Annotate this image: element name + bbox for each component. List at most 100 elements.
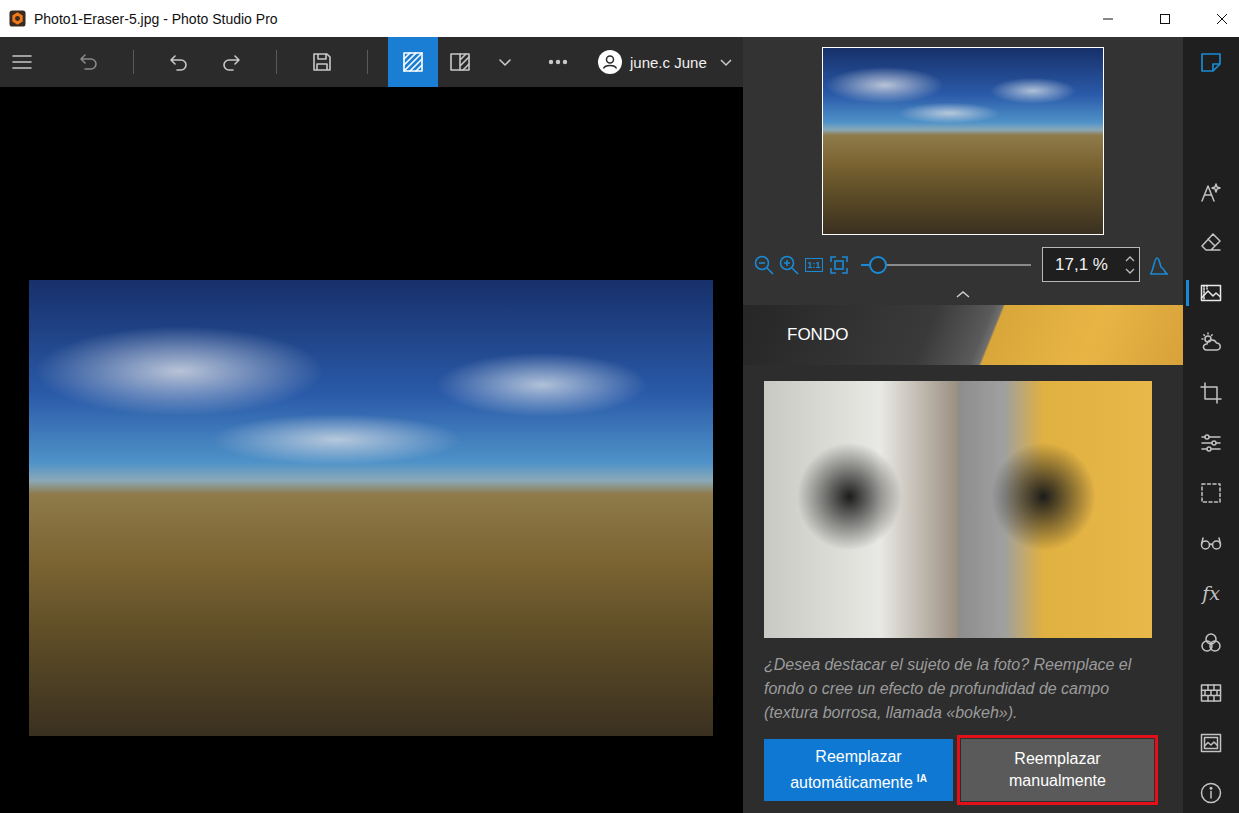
editor-area: june.c June [0, 37, 743, 813]
note-panel-icon [1199, 50, 1223, 74]
info-icon [1199, 781, 1223, 805]
fit-button[interactable] [827, 253, 851, 277]
close-icon [1216, 13, 1228, 25]
spin-up-icon[interactable] [1125, 255, 1135, 263]
undo-icon [167, 50, 191, 74]
ai-badge: IA [917, 773, 927, 784]
more-button[interactable] [536, 37, 580, 87]
info-tool[interactable] [1183, 773, 1239, 813]
view-dropdown-icon [493, 50, 517, 74]
user-name: june.c June [630, 54, 707, 71]
adjust-icon [1199, 431, 1223, 455]
user-menu[interactable]: june.c June [598, 37, 733, 87]
zoom-out-icon [753, 254, 775, 276]
panel-header: FONDO [743, 305, 1183, 365]
split-button[interactable] [438, 37, 482, 87]
zoom-field[interactable]: 17,1 % [1042, 247, 1140, 282]
tool-list: fx [1183, 173, 1239, 813]
fx-label: fx [1202, 582, 1220, 604]
user-icon [598, 50, 622, 74]
eraser-tool[interactable] [1183, 223, 1239, 263]
actual-size-button[interactable]: 1:1 [802, 253, 826, 277]
primary-action-button[interactable]: Reemplazar automáticamenteIA [764, 739, 953, 801]
background-icon [1199, 281, 1223, 305]
minimize-button[interactable] [1093, 0, 1123, 37]
button-label: Reemplazar automáticamenteIA [774, 746, 943, 794]
zoom-out-button[interactable] [752, 253, 776, 277]
app-window: Photo1-Eraser-5.jpg - Photo Studio Pro j… [0, 0, 1239, 813]
photo[interactable] [29, 280, 713, 736]
fit-to-screen-icon [828, 254, 850, 276]
color-circles-icon [1199, 631, 1223, 655]
zoom-in-button[interactable] [777, 253, 801, 277]
save-button[interactable] [300, 37, 344, 87]
zoom-controls: 1:1 17,1 % [743, 246, 1183, 283]
redo-button[interactable] [209, 37, 253, 87]
undo-button[interactable] [157, 37, 201, 87]
tool-rail: fx [1183, 37, 1239, 813]
ai-text-icon [1199, 181, 1223, 205]
selection-icon [1199, 481, 1223, 505]
navigator-thumbnail[interactable] [822, 47, 1104, 235]
navigator: 1:1 17,1 % [743, 37, 1183, 305]
selection-tool[interactable] [1183, 473, 1239, 513]
avatar [598, 50, 622, 74]
toolbar-separator [276, 50, 277, 74]
panel-actions: Reemplazar automáticamenteIA Reemplazar m… [764, 739, 1183, 801]
compare-icon [401, 50, 425, 74]
sky-tool[interactable] [1183, 323, 1239, 363]
button-label: Reemplazar manualmente [971, 748, 1144, 792]
ai-text-tool[interactable] [1183, 173, 1239, 213]
panel-title: FONDO [787, 325, 848, 345]
fx-tool[interactable]: fx [1183, 573, 1239, 613]
adjust-tool[interactable] [1183, 423, 1239, 463]
color-circles-tool[interactable] [1183, 623, 1239, 663]
window-title: Photo1-Eraser-5.jpg - Photo Studio Pro [34, 11, 278, 27]
window-controls [1093, 0, 1239, 37]
example-preview [764, 381, 1152, 638]
texture-tool[interactable] [1183, 673, 1239, 713]
toolbar-separator [367, 50, 368, 74]
compare-button[interactable] [388, 37, 438, 87]
menu-icon [10, 50, 34, 74]
split-icon [448, 50, 472, 74]
maximize-icon [1159, 13, 1171, 25]
zoom-spinner[interactable] [1125, 255, 1135, 275]
app-logo-icon [9, 10, 26, 27]
panel-toggle-button[interactable] [1183, 37, 1239, 87]
background-tool[interactable] [1183, 273, 1239, 313]
view-dropdown-button[interactable] [492, 37, 518, 87]
maximize-button[interactable] [1150, 0, 1180, 37]
close-button[interactable] [1207, 0, 1237, 37]
secondary-action-button[interactable]: Reemplazar manualmente [961, 739, 1154, 801]
crop-tool[interactable] [1183, 373, 1239, 413]
histogram-icon [1148, 254, 1170, 276]
texture-icon [1199, 681, 1223, 705]
toolbar: june.c June [0, 37, 743, 87]
menu-button[interactable] [0, 37, 44, 87]
frame-tool[interactable] [1183, 723, 1239, 763]
crop-icon [1199, 381, 1223, 405]
canvas [0, 87, 743, 813]
histogram-button[interactable] [1147, 253, 1171, 277]
collapse-navigator[interactable] [743, 283, 1183, 305]
zoom-value: 17,1 % [1055, 255, 1125, 275]
panel-description: ¿Desea destacar el sujeto de la foto? Re… [764, 653, 1159, 725]
more-icon [546, 50, 570, 74]
undo-all-button[interactable] [66, 37, 110, 87]
sky-icon [1199, 331, 1223, 355]
zoom-slider-knob[interactable] [869, 256, 887, 274]
toolbar-separator [133, 50, 134, 74]
zoom-slider[interactable] [861, 255, 1031, 275]
spin-down-icon[interactable] [1125, 267, 1135, 275]
redo-icon [219, 50, 243, 74]
eraser-icon [1199, 231, 1223, 255]
glasses-tool[interactable] [1183, 523, 1239, 563]
title-bar: Photo1-Eraser-5.jpg - Photo Studio Pro [0, 0, 1239, 37]
actual-size-label: 1:1 [805, 258, 822, 272]
side-panel: 1:1 17,1 % FONDO ¿Desea destacar el suje… [743, 37, 1183, 813]
panel-content: ¿Desea destacar el sujeto de la foto? Re… [743, 365, 1183, 801]
selected-marker [1186, 280, 1189, 306]
frame-icon [1199, 731, 1223, 755]
chevron-down-icon [719, 55, 733, 69]
